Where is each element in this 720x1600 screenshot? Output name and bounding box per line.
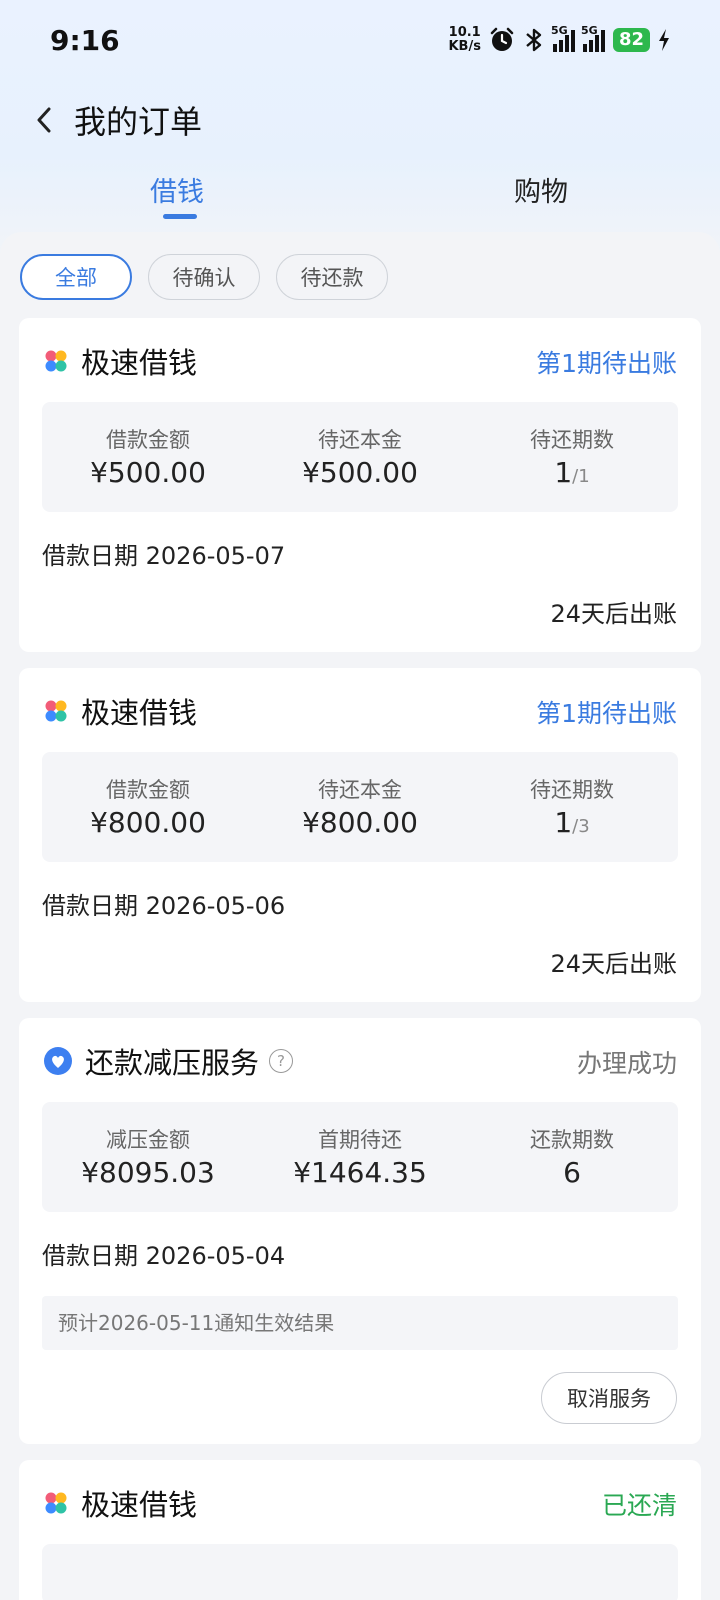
stat-first-due: 首期待还 ¥1464.35 [254,1124,466,1189]
bluetooth-icon [526,28,542,52]
signal-1-label: 5G [550,24,568,37]
nav-bar: 我的订单 [0,90,720,150]
stat-loan-amount: 借款金额 ¥800.00 [42,774,254,839]
stat-label: 借款金额 [106,428,190,452]
card-status: 办理成功 [576,1049,677,1078]
stat-value: 1 [554,806,573,839]
order-card[interactable]: 极速借钱 已还清 [19,1460,701,1600]
loan-date-label: 借款日期 [42,892,138,920]
stat-value-wrap: 1/3 [466,806,678,839]
status-bar: 9:16 10.1 KB/s 5G 5G 82 [0,0,720,80]
stat-value-wrap: 1/1 [466,456,678,489]
net-speed-unit: KB/s [448,39,481,54]
stat-value: ¥500.00 [90,456,206,489]
tab-shopping[interactable]: 购物 [514,170,568,209]
signal-2-label: 5G [580,24,598,37]
card-status: 第1期待出账 [536,699,677,728]
stat-value: ¥1464.35 [293,1156,427,1189]
card-header: 极速借钱 [43,1482,197,1524]
stats-box: 借款金额 ¥800.00 待还本金 ¥800.00 待还期数 1/3 [42,752,678,862]
loan-date: 借款日期 2026-05-07 [42,536,285,571]
loan-date-value: 2026-05-06 [145,892,286,920]
stat-value: 6 [563,1156,581,1189]
net-speed: 10.1 KB/s [448,26,480,54]
stat-principal-due: 待还本金 ¥500.00 [254,424,466,489]
signal-strength-icon-2: 5G [581,24,605,52]
stat-value: ¥800.00 [302,806,418,839]
loan-date: 借款日期 2026-05-04 [42,1236,285,1271]
net-speed-value: 10.1 [448,25,481,40]
stat-label: 待还期数 [530,778,614,802]
signal-strength-icon-1: 5G [551,24,575,52]
app-logo-icon [45,1492,67,1514]
stat-label: 减压金额 [106,1128,190,1152]
stats-box: 借款金额 ¥500.00 待还本金 ¥500.00 待还期数 1/1 [42,402,678,512]
filter-pending-confirm[interactable]: 待确认 [148,254,260,300]
billing-countdown: 24天后出账 [550,600,677,628]
order-tabs: 借钱 购物 [0,170,720,230]
loan-date: 借款日期 2026-05-06 [42,886,285,921]
card-title: 还款减压服务 [85,1046,260,1080]
status-icons: 10.1 KB/s 5G 5G 82 [448,24,670,54]
stats-box [42,1544,678,1600]
stat-label: 待还期数 [530,428,614,452]
stat-relief-amount: 减压金额 ¥8095.03 [42,1124,254,1189]
card-title: 极速借钱 [81,346,198,380]
stat-label: 首期待还 [318,1128,402,1152]
stat-periods-due: 待还期数 1/1 [466,424,678,489]
card-header: 极速借钱 [43,340,197,382]
loan-date-value: 2026-05-07 [145,542,286,570]
filter-pending-repay[interactable]: 待还款 [276,254,388,300]
stats-box: 减压金额 ¥8095.03 首期待还 ¥1464.35 还款期数 6 [42,1102,678,1212]
card-header: 还款减压服务 ? [43,1040,294,1082]
loan-date-label: 借款日期 [42,1242,138,1270]
stat-label: 借款金额 [106,778,190,802]
stat-value: ¥800.00 [90,806,206,839]
stat-value: 1 [554,456,573,489]
stat-value: ¥8095.03 [81,1156,215,1189]
status-time: 9:16 [50,23,120,57]
stat-value: ¥500.00 [302,456,418,489]
stat-repay-periods: 还款期数 6 [466,1124,678,1189]
app-logo-icon [45,350,67,372]
filter-chips: 全部 待确认 待还款 [20,254,388,300]
stat-value-total: /3 [572,816,590,837]
alarm-icon [490,27,514,51]
order-list: 全部 待确认 待还款 极速借钱 第1期待出账 借款金额 ¥500.00 待还本金… [0,232,720,1600]
charging-icon [659,29,669,51]
tab-active-indicator [163,214,197,219]
effective-notice: 预计2026-05-11通知生效结果 [42,1296,678,1350]
loan-date-value: 2026-05-04 [145,1242,286,1270]
order-card[interactable]: 极速借钱 第1期待出账 借款金额 ¥800.00 待还本金 ¥800.00 待还… [19,668,701,1002]
card-title: 极速借钱 [81,696,198,730]
cancel-service-button[interactable]: 取消服务 [541,1372,677,1424]
stat-label: 待还本金 [318,778,402,802]
billing-countdown: 24天后出账 [550,950,677,978]
relief-service-icon [44,1047,72,1075]
card-status: 已还清 [601,1491,677,1520]
help-icon[interactable]: ? [269,1049,294,1073]
loan-date-label: 借款日期 [42,542,138,570]
stat-periods-due: 待还期数 1/3 [466,774,678,839]
order-card[interactable]: 还款减压服务 ? 办理成功 减压金额 ¥8095.03 首期待还 ¥1464.3… [19,1018,701,1444]
stat-label: 还款期数 [530,1128,614,1152]
card-title: 极速借钱 [81,1488,198,1522]
card-status: 第1期待出账 [536,349,677,378]
stat-loan-amount: 借款金额 ¥500.00 [42,424,254,489]
stat-label: 待还本金 [318,428,402,452]
stat-principal-due: 待还本金 ¥800.00 [254,774,466,839]
filter-all[interactable]: 全部 [20,254,132,300]
tab-borrow[interactable]: 借钱 [150,170,204,209]
stat-value-total: /1 [572,466,590,487]
back-arrow-icon[interactable] [26,103,62,137]
battery-level: 82 [612,28,650,52]
page-title: 我的订单 [74,103,203,141]
order-card[interactable]: 极速借钱 第1期待出账 借款金额 ¥500.00 待还本金 ¥500.00 待还… [19,318,701,652]
app-logo-icon [45,700,67,722]
card-header: 极速借钱 [43,690,197,732]
